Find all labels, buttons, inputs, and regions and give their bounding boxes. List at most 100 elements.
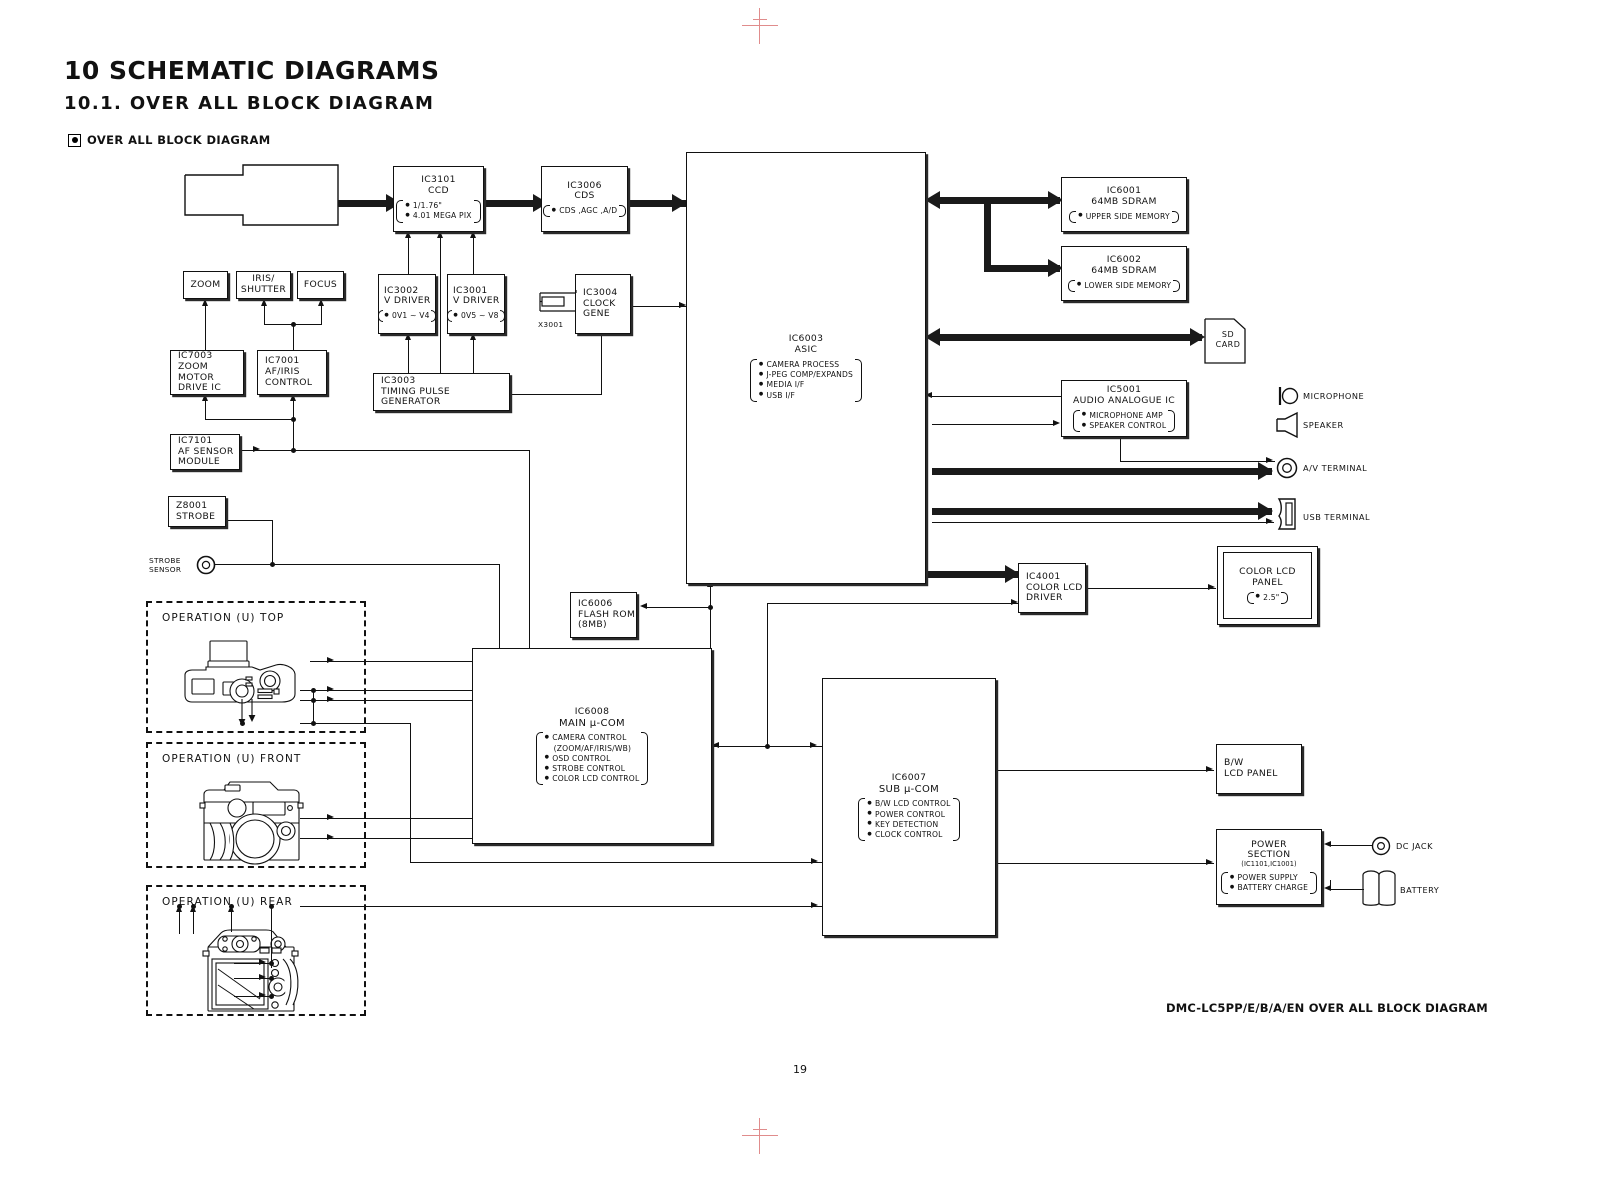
arrowhead-usb-thin — [1266, 518, 1273, 525]
arrowhead-mainucom-to-subucom — [810, 742, 817, 749]
wire-asic-sdram-trunk — [940, 197, 1060, 204]
usb-terminal-label: USB TERMINAL — [1303, 512, 1371, 522]
block-clock-gene[interactable]: IC3004 CLOCK GENE — [575, 274, 631, 334]
arrowhead-zoommotor-to-zoom — [201, 299, 208, 306]
wire-top-inner — [313, 690, 315, 723]
block-color-lcd-driver[interactable]: IC4001 COLOR LCD DRIVER — [1018, 563, 1086, 613]
wire-driverbus-riser — [293, 419, 295, 450]
arrowhead-tpg-to-ccd — [436, 231, 443, 238]
crystal-label: X3001 — [538, 320, 564, 329]
block-zoom-motor-drive[interactable]: IC7003 ZOOM MOTOR DRIVE IC — [170, 350, 244, 395]
arrowhead-audio-to-av — [1266, 457, 1273, 464]
arrowhead-subucom-to-mainucom — [712, 742, 719, 749]
wire-driver-bus — [205, 419, 294, 421]
block-ccd[interactable]: IC3101 CCD 1/1.76"4.01 MEGA PIX — [393, 166, 484, 232]
block-sdram-lower[interactable]: IC6002 64MB SDRAM LOWER SIDE MEMORY — [1061, 246, 1187, 301]
sd-card-label: SD CARD — [1215, 330, 1241, 349]
arrowhead-mainucom-to-lcd-driver — [1011, 599, 1018, 606]
wire-zoommotor-to-zoom — [205, 300, 207, 350]
wire-audio-to-asic — [932, 396, 1062, 398]
wire-ucombus-riser — [767, 603, 769, 746]
camera-front-view-icon — [199, 781, 304, 865]
arrowhead-cds-to-asic — [672, 193, 687, 212]
arrowhead-asic-to-usb — [1258, 501, 1273, 520]
arrowhead-rear-1 — [175, 905, 182, 912]
block-audio-analogue[interactable]: IC5001 AUDIO ANALOGUE IC MICROPHONE AMPS… — [1061, 380, 1187, 437]
operation-group-top-label: OPERATION (U) TOP — [162, 612, 285, 624]
block-iris-label: IRIS/ SHUTTER — [240, 273, 287, 295]
arrowhead-battery-to-power — [1324, 885, 1331, 892]
arrowhead-afsensor-out — [253, 446, 260, 453]
wire-mainucom-to-lcd-driver — [767, 603, 1019, 605]
block-sub-ucom[interactable]: IC6007 SUB μ-COM B/W LCD CONTROL POWER C… — [822, 678, 996, 936]
block-mainucom-name: MAIN μ-COM — [558, 717, 626, 729]
wire-op-rear-to-subucom — [410, 862, 823, 864]
block-zoom-label: ZOOM — [190, 278, 221, 290]
wire-lens-to-ccd — [338, 200, 393, 207]
block-lcddrv-id: IC4001 — [1026, 570, 1061, 582]
block-af-sensor-module[interactable]: IC7101 AF SENSOR MODULE — [170, 434, 240, 470]
wire-strobesensor-bus — [215, 564, 500, 566]
wire-asic-to-sdcard — [940, 334, 1202, 341]
section-header: OVER ALL BLOCK DIAGRAM — [68, 133, 271, 147]
block-cds-bullets: CDS ,AGC ,A/D — [542, 205, 627, 218]
junction-dot-flashrom — [708, 604, 713, 610]
strobe-sensor-label: STROBE SENSOR — [149, 556, 182, 575]
wire-audio-to-av-horizontal — [1120, 461, 1275, 463]
arrowhead-vdrv-b-to-ccd — [469, 231, 476, 238]
block-asic[interactable]: IC6003 ASIC CAMERA PROCESS J-PEG COMP/EX… — [686, 152, 926, 584]
block-af-iris-control[interactable]: IC7001 AF/IRIS CONTROL — [257, 350, 327, 395]
arrowhead-subucom-to-power — [1206, 859, 1213, 866]
block-vdriver-a[interactable]: IC3002 V DRIVER 0V1 ~ V4 — [378, 274, 436, 334]
block-subucom-name: SUB μ-COM — [878, 783, 940, 795]
wire-subucom-to-power — [996, 863, 1214, 865]
strobe-sensor-icon — [196, 555, 216, 575]
block-vdriver-b[interactable]: IC3001 V DRIVER 0V5 ~ V8 — [447, 274, 505, 334]
block-vdriver-a-bullets: 0V1 ~ V4 — [378, 310, 436, 323]
dc-jack-icon — [1371, 836, 1391, 856]
block-bw-lcd-panel[interactable]: B/W LCD PANEL — [1216, 744, 1302, 794]
wire-audio-to-av-vertical — [1120, 438, 1122, 462]
block-cds[interactable]: IC3006 CDS CDS ,AGC ,A/D — [541, 166, 628, 232]
heading-number: 10 — [64, 56, 100, 85]
arrowhead-op-rear-1 — [811, 902, 818, 909]
junction-dot-rear-e — [268, 960, 274, 966]
wire-usb-thin — [932, 522, 1274, 524]
block-strobe[interactable]: Z8001 STROBE — [168, 496, 226, 527]
arrowhead-to-flashrom — [640, 603, 647, 610]
lens-assembly-icon — [184, 164, 339, 226]
crop-mark-bottom — [742, 1118, 778, 1154]
wire-clock-to-tpg-horizontal — [511, 394, 602, 396]
wire-lcd-driver-to-panel — [1086, 588, 1216, 590]
block-colorlcd-bullets: 2.5" — [1246, 591, 1289, 604]
block-mainucom-bullets: CAMERA CONTROL (ZOOM/AF/IRIS/WB) OSD CON… — [535, 732, 649, 786]
wire-rear-b3 — [234, 996, 272, 998]
schematic-page: 10 SCHEMATIC DIAGRAMS 10.1. OVER ALL BLO… — [0, 0, 1600, 1188]
junction-dot-afsensor — [290, 447, 296, 453]
block-sdram-upper[interactable]: IC6001 64MB SDRAM UPPER SIDE MEMORY — [1061, 177, 1187, 232]
arrowhead-subucom-to-bwlcd — [1206, 766, 1213, 773]
block-power-bullets: POWER SUPPLYBATTERY CHARGE — [1220, 872, 1318, 895]
wire-rear-r4 — [271, 906, 273, 968]
block-flash-rom[interactable]: IC6006 FLASH ROM (8MB) — [570, 592, 637, 638]
junction-dot-strobe — [269, 561, 275, 567]
block-asic-bullets: CAMERA PROCESS J-PEG COMP/EXPANDS MEDIA … — [749, 359, 863, 402]
block-iris-shutter[interactable]: IRIS/ SHUTTER — [236, 271, 291, 299]
page-number: 19 — [793, 1063, 807, 1076]
wire-vdrv-b-to-ccd — [473, 232, 475, 274]
usb-terminal-icon — [1277, 498, 1296, 530]
block-timing-pulse-generator[interactable]: IC3003 TIMING PULSE GENERATOR — [373, 373, 510, 411]
block-sdram-upper-bullets: UPPER SIDE MEMORY — [1069, 210, 1179, 223]
block-power-section[interactable]: POWER SECTION (IC1101,IC1001) POWER SUPP… — [1216, 829, 1322, 905]
block-clock-name: CLOCK GENE — [583, 297, 616, 320]
block-color-lcd-panel-outer[interactable]: COLOR LCD PANEL 2.5" — [1217, 546, 1318, 625]
block-zoom[interactable]: ZOOM — [183, 271, 228, 299]
block-lcddrv-name: COLOR LCD DRIVER — [1026, 581, 1083, 604]
wire-clock-to-tpg — [601, 334, 603, 395]
block-main-ucom[interactable]: IC6008 MAIN μ-COM CAMERA CONTROL (ZOOM/A… — [472, 648, 712, 844]
wire-tpg-to-ccd — [440, 232, 442, 373]
block-zoommotor-id: IC7003 — [178, 349, 213, 361]
junction-dot-top-a — [239, 720, 245, 726]
block-flashrom-name: FLASH ROM (8MB) — [578, 608, 636, 631]
block-focus[interactable]: FOCUS — [297, 271, 344, 299]
